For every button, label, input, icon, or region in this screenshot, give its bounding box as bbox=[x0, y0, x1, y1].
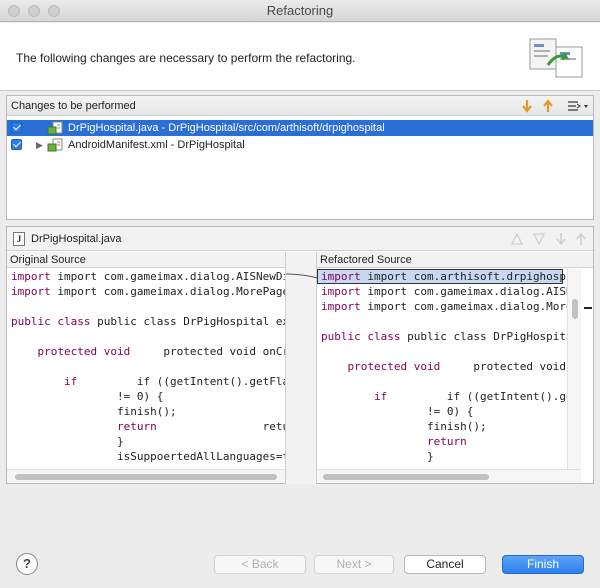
refactored-vertical-scrollbar[interactable] bbox=[567, 269, 581, 469]
change-item-checkbox[interactable] bbox=[11, 139, 22, 150]
next-button[interactable]: Next > bbox=[314, 555, 394, 574]
code-line: public class public class DrPigHospital … bbox=[321, 330, 567, 343]
change-item-checkbox[interactable] bbox=[11, 122, 22, 133]
scrollbar-thumb[interactable] bbox=[15, 474, 277, 480]
original-source-label: Original Source bbox=[7, 252, 285, 268]
xml-file-change-icon bbox=[47, 138, 63, 152]
wizard-footer: ? < Back Next > Cancel Finish bbox=[0, 540, 600, 588]
changes-panel-header: Changes to be performed bbox=[7, 96, 593, 116]
code-line: protected void protected void onCreate(B… bbox=[37, 345, 286, 358]
filter-menu-icon[interactable] bbox=[565, 98, 591, 114]
expand-triangle-icon[interactable]: ▶ bbox=[36, 137, 43, 153]
finish-button[interactable]: Finish bbox=[502, 555, 584, 574]
code-line: if if ((getIntent().getFlags( bbox=[373, 390, 567, 403]
code-line: isSuppoertedAllLanguages=true; bbox=[116, 450, 285, 463]
code-line: import import com.arthisoft.drpighospita… bbox=[321, 270, 567, 283]
minimize-window-button[interactable] bbox=[28, 5, 40, 17]
code-line: } bbox=[321, 450, 434, 463]
changes-panel: Changes to be performed DrPigHospital.ja… bbox=[6, 95, 594, 220]
code-line: return return; bbox=[426, 435, 467, 448]
title-bar: Refactoring bbox=[0, 0, 600, 22]
change-item-manifest[interactable]: ▶ AndroidManifest.xml - DrPigHospital bbox=[7, 137, 593, 153]
source-compare-panel: J DrPigHospital.java Original Source Ref… bbox=[6, 226, 594, 484]
refactored-source-label: Refactored Source bbox=[317, 252, 593, 268]
code-line: public class public class DrPigHospital … bbox=[11, 315, 285, 328]
back-button[interactable]: < Back bbox=[214, 555, 306, 574]
change-item-label: DrPigHospital.java - DrPigHospital/src/c… bbox=[68, 122, 385, 134]
change-item-label: AndroidManifest.xml - DrPigHospital bbox=[68, 139, 245, 151]
window-title: Refactoring bbox=[266, 3, 334, 18]
code-line: import import com.gameimax.dialog.AISNew… bbox=[11, 270, 285, 283]
source-compare-header: J DrPigHospital.java bbox=[7, 227, 593, 251]
compare-connector-column bbox=[285, 252, 319, 484]
original-source-pane[interactable]: import import com.gameimax.dialog.AISNew… bbox=[7, 269, 285, 469]
close-window-button[interactable] bbox=[8, 5, 20, 17]
code-line: != 0) { bbox=[321, 405, 474, 418]
previous-change-icon[interactable] bbox=[540, 98, 556, 114]
refactoring-wizard-icon bbox=[529, 38, 583, 78]
next-difference-icon[interactable] bbox=[509, 231, 525, 247]
code-line: import import com.gameimax.dialog.MorePa… bbox=[11, 285, 285, 298]
change-item-java[interactable]: DrPigHospital.java - DrPigHospital/src/c… bbox=[7, 120, 593, 136]
code-line: return return; bbox=[116, 420, 285, 433]
banner-message: The following changes are necessary to p… bbox=[16, 51, 356, 65]
code-line: if if ((getIntent().getFlags() & I bbox=[63, 375, 285, 388]
java-file-icon: J bbox=[13, 232, 25, 246]
code-line: finish(); bbox=[11, 405, 177, 418]
compare-file-title: DrPigHospital.java bbox=[31, 233, 122, 245]
wizard-banner: The following changes are necessary to p… bbox=[0, 23, 600, 91]
previous-change-compare-icon[interactable] bbox=[573, 231, 589, 247]
original-horizontal-scrollbar[interactable] bbox=[7, 469, 285, 483]
help-button[interactable]: ? bbox=[16, 553, 38, 575]
code-line: protected void protected void onCreate(B… bbox=[347, 360, 567, 373]
code-line: != 0) { bbox=[11, 390, 164, 403]
java-file-change-icon bbox=[47, 121, 63, 135]
code-line: import import com.gameimax.dialog.AISNew… bbox=[321, 285, 567, 298]
scrollbar-thumb[interactable] bbox=[323, 474, 489, 480]
refactored-horizontal-scrollbar[interactable] bbox=[317, 469, 581, 483]
code-line: } bbox=[11, 435, 124, 448]
refactored-source-pane[interactable]: import import com.arthisoft.drpighospita… bbox=[317, 269, 567, 469]
code-line: finish(); bbox=[321, 420, 487, 433]
zoom-window-button[interactable] bbox=[48, 5, 60, 17]
cancel-button[interactable]: Cancel bbox=[404, 555, 486, 574]
change-overview-marker[interactable] bbox=[584, 307, 592, 309]
next-change-compare-icon[interactable] bbox=[553, 231, 569, 247]
scrollbar-thumb[interactable] bbox=[572, 299, 578, 319]
next-change-icon[interactable] bbox=[519, 98, 535, 114]
previous-difference-icon[interactable] bbox=[531, 231, 547, 247]
code-line: import import com.gameimax.dialog.MorePa… bbox=[321, 300, 567, 313]
changes-header-label: Changes to be performed bbox=[11, 100, 136, 112]
